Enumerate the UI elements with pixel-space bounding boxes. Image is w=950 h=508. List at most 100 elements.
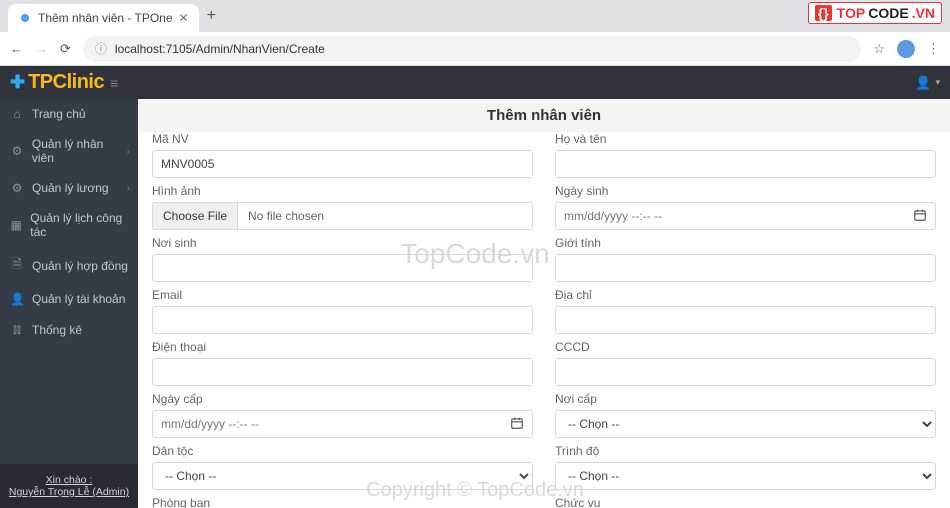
select-noicap[interactable]: -- Chọn -- xyxy=(555,410,936,438)
app-logo[interactable]: ✚ TPClinic xyxy=(10,71,104,94)
sidebar-item-label: Quản lý nhân viên xyxy=(32,137,128,165)
sidebar-item-lichcongtac[interactable]: ▦ Quản lý lịch công tác xyxy=(0,203,138,247)
browser-tab[interactable]: Thêm nhân viên - TPOne ✕ xyxy=(8,4,199,32)
calendar-icon[interactable] xyxy=(913,208,927,225)
calendar-icon[interactable] xyxy=(510,416,524,433)
field-hinhanh: Hình ảnh Choose File No file chosen xyxy=(152,184,533,230)
field-dantoc: Dân tộc -- Chọn -- xyxy=(152,444,533,490)
file-chosen-text: No file chosen xyxy=(238,203,334,229)
user-icon: 👤 xyxy=(915,75,931,91)
field-diachi: Địa chỉ xyxy=(555,288,936,334)
input-diachi[interactable] xyxy=(555,306,936,334)
label-email: Email xyxy=(152,288,533,302)
logo-mark-icon: ✚ xyxy=(10,72,25,93)
field-chucvu: Chức vụ -- Chọn -- xyxy=(555,496,936,508)
url-input[interactable]: ⓘ localhost:7105/Admin/NhanVien/Create xyxy=(83,36,861,62)
close-tab-icon[interactable]: ✕ xyxy=(179,11,189,25)
input-ngaycap[interactable]: mm/dd/yyyy --:-- -- xyxy=(152,410,533,438)
field-ngaysinh: Ngày sinh mm/dd/yyyy --:-- -- xyxy=(555,184,936,230)
field-manv: Mã NV xyxy=(152,132,533,178)
input-manv[interactable] xyxy=(152,150,533,178)
input-gioitinh[interactable] xyxy=(555,254,936,282)
browser-url-bar: ← → ⟳ ⓘ localhost:7105/Admin/NhanVien/Cr… xyxy=(0,32,950,66)
content-area: Thêm nhân viên Mã NV Họ và tên Hình ảnh … xyxy=(138,99,950,508)
footer-hello-link[interactable]: Xin chào : xyxy=(6,474,132,486)
date-placeholder: mm/dd/yyyy --:-- -- xyxy=(161,417,259,431)
profile-icon[interactable] xyxy=(897,40,915,58)
label-manv: Mã NV xyxy=(152,132,533,146)
footer-user-link[interactable]: Nguyễn Trọng Lễ (Admin) xyxy=(6,486,132,498)
label-gioitinh: Giới tính xyxy=(555,236,936,250)
sidebar-item-label: Thống kê xyxy=(32,323,82,337)
field-email: Email xyxy=(152,288,533,334)
url-text: localhost:7105/Admin/NhanVien/Create xyxy=(115,42,325,56)
field-dienthoai: Điện thoại xyxy=(152,340,533,386)
field-phongban: Phòng ban -- Chọn -- xyxy=(152,496,533,508)
favicon-icon xyxy=(18,11,32,25)
sidebar-item-thongke[interactable]: ⫾⫾ Thống kê xyxy=(0,314,138,345)
label-ngaycap: Ngày cấp xyxy=(152,392,533,406)
field-noicap: Nơi cấp -- Chọn -- xyxy=(555,392,936,438)
label-phongban: Phòng ban xyxy=(152,496,533,508)
input-cccd[interactable] xyxy=(555,358,936,386)
sidebar: ⌂ Trang chủ ⚙ Quản lý nhân viên › ⚙ Quản… xyxy=(0,99,138,508)
sidebar-item-nhanvien[interactable]: ⚙ Quản lý nhân viên › xyxy=(0,129,138,173)
user-icon: 👤 xyxy=(10,292,24,306)
chevron-right-icon: › xyxy=(127,146,130,157)
topcode-watermark-logo: {}TOPCODE.VN xyxy=(808,2,942,24)
back-button[interactable]: ← xyxy=(10,41,23,56)
home-icon: ⌂ xyxy=(10,107,24,121)
input-ngaysinh[interactable]: mm/dd/yyyy --:-- -- xyxy=(555,202,936,230)
chart-icon: ⫾⫾ xyxy=(10,322,24,337)
select-trinhdo[interactable]: -- Chọn -- xyxy=(555,462,936,490)
logo-text: TPClinic xyxy=(28,71,104,94)
field-noisinh: Nơi sinh xyxy=(152,236,533,282)
label-trinhdo: Trình độ xyxy=(555,444,936,458)
field-trinhdo: Trình độ -- Chọn -- xyxy=(555,444,936,490)
reload-button[interactable]: ⟳ xyxy=(60,41,71,57)
sidebar-item-home[interactable]: ⌂ Trang chủ xyxy=(0,99,138,129)
label-chucvu: Chức vụ xyxy=(555,496,936,508)
label-ngaysinh: Ngày sinh xyxy=(555,184,936,198)
sidebar-item-label: Trang chủ xyxy=(32,107,86,121)
chevron-right-icon: › xyxy=(127,183,130,194)
field-hoten: Họ và tên xyxy=(555,132,936,178)
file-icon: 🗎 xyxy=(10,255,24,276)
sidebar-footer: Xin chào : Nguyễn Trọng Lễ (Admin) xyxy=(0,464,138,508)
select-dantoc[interactable]: -- Chọn -- xyxy=(152,462,533,490)
tab-title: Thêm nhân viên - TPOne xyxy=(38,11,173,25)
label-noisinh: Nơi sinh xyxy=(152,236,533,250)
sidebar-item-label: Quản lý lương xyxy=(32,181,109,195)
sidebar-item-label: Quản lý lịch công tác xyxy=(30,211,128,239)
input-hoten[interactable] xyxy=(555,150,936,178)
field-gioitinh: Giới tính xyxy=(555,236,936,282)
label-cccd: CCCD xyxy=(555,340,936,354)
menu-icon[interactable]: ⋮ xyxy=(927,41,940,57)
sidebar-toggle-icon[interactable]: ≡ xyxy=(110,75,118,91)
chevron-down-icon: ▾ xyxy=(935,77,940,88)
file-input-hinhanh[interactable]: Choose File No file chosen xyxy=(152,202,533,230)
sidebar-item-luong[interactable]: ⚙ Quản lý lương › xyxy=(0,173,138,203)
sidebar-item-taikhoan[interactable]: 👤 Quản lý tài khoản xyxy=(0,284,138,314)
forward-button[interactable]: → xyxy=(35,41,48,56)
field-cccd: CCCD xyxy=(555,340,936,386)
field-ngaycap: Ngày cấp mm/dd/yyyy --:-- -- xyxy=(152,392,533,438)
gear-icon: ⚙ xyxy=(10,181,24,195)
new-tab-button[interactable]: + xyxy=(207,7,216,25)
input-email[interactable] xyxy=(152,306,533,334)
label-hoten: Họ và tên xyxy=(555,132,936,146)
app-navbar: ✚ TPClinic ≡ 👤 ▾ xyxy=(0,66,950,99)
label-hinhanh: Hình ảnh xyxy=(152,184,533,198)
input-noisinh[interactable] xyxy=(152,254,533,282)
bookmark-icon[interactable]: ☆ xyxy=(873,41,885,57)
label-dantoc: Dân tộc xyxy=(152,444,533,458)
date-placeholder: mm/dd/yyyy --:-- -- xyxy=(564,209,662,223)
form-area: Mã NV Họ và tên Hình ảnh Choose File No … xyxy=(138,132,950,508)
label-noicap: Nơi cấp xyxy=(555,392,936,406)
page-title: Thêm nhân viên xyxy=(138,99,950,132)
user-menu[interactable]: 👤 ▾ xyxy=(915,75,940,91)
choose-file-button[interactable]: Choose File xyxy=(153,203,238,229)
site-info-icon[interactable]: ⓘ xyxy=(95,40,107,57)
input-dienthoai[interactable] xyxy=(152,358,533,386)
sidebar-item-hopdong[interactable]: 🗎 Quản lý hợp đồng xyxy=(0,247,138,284)
